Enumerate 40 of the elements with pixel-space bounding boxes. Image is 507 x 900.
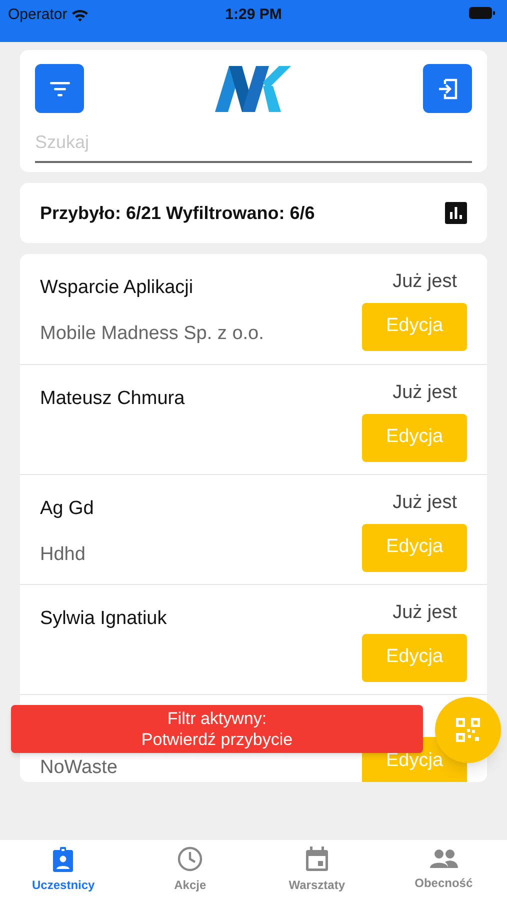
participant-name: Mateusz Chmura xyxy=(40,387,185,411)
calendar-icon xyxy=(304,846,329,872)
participant-name: Wsparcie Aplikacji xyxy=(40,276,194,300)
edit-button[interactable]: Edycja xyxy=(362,524,467,572)
logo-icon xyxy=(214,66,292,112)
badge-icon xyxy=(51,846,76,872)
login-button[interactable] xyxy=(423,64,472,113)
status-text: Już jest xyxy=(392,491,458,515)
tab-label: Akcje xyxy=(174,877,206,894)
filter-button[interactable] xyxy=(35,64,84,113)
tab[interactable]: Uczestnicy xyxy=(0,840,127,900)
participant-name: Sylwia Ignatiuk xyxy=(40,607,167,631)
edit-button[interactable]: Edycja xyxy=(362,302,467,350)
wifi-icon xyxy=(71,8,90,22)
status-text: Już jest xyxy=(392,270,458,294)
clock-time: 1:29 PM xyxy=(225,5,282,25)
toast-text: Potwierdź przybycie xyxy=(141,729,293,750)
company-name: Mobile Madness Sp. z o.o. xyxy=(40,322,264,346)
tab[interactable]: Obecność xyxy=(380,840,507,900)
battery-icon xyxy=(468,7,495,19)
participant-name: Ag Gd xyxy=(40,497,94,521)
tab[interactable]: Warsztaty xyxy=(254,840,380,900)
tab[interactable]: Akcje xyxy=(126,840,254,900)
edit-button[interactable]: Edycja xyxy=(362,634,467,682)
bar-chart-icon[interactable] xyxy=(445,202,467,224)
tab-label: Warsztaty xyxy=(288,877,345,894)
qr-code-icon xyxy=(456,718,480,742)
edit-button[interactable]: Edycja xyxy=(362,414,467,462)
stats-text: Przybyło: 6/21 Wyfiltrowano: 6/6 xyxy=(40,202,315,225)
tab-label: Uczestnicy xyxy=(32,877,95,894)
filter-icon xyxy=(48,80,70,96)
company-name: NoWaste xyxy=(40,756,118,780)
status-text: Już jest xyxy=(392,381,458,405)
status-text: Już jest xyxy=(392,601,458,625)
people-icon xyxy=(428,848,459,870)
carrier-label: Operator xyxy=(8,5,68,25)
clock-icon xyxy=(177,846,204,872)
toast-text: Filtr aktywny: xyxy=(167,708,267,729)
company-name: Hdhd xyxy=(40,542,86,566)
tab-label: Obecność xyxy=(414,875,473,892)
